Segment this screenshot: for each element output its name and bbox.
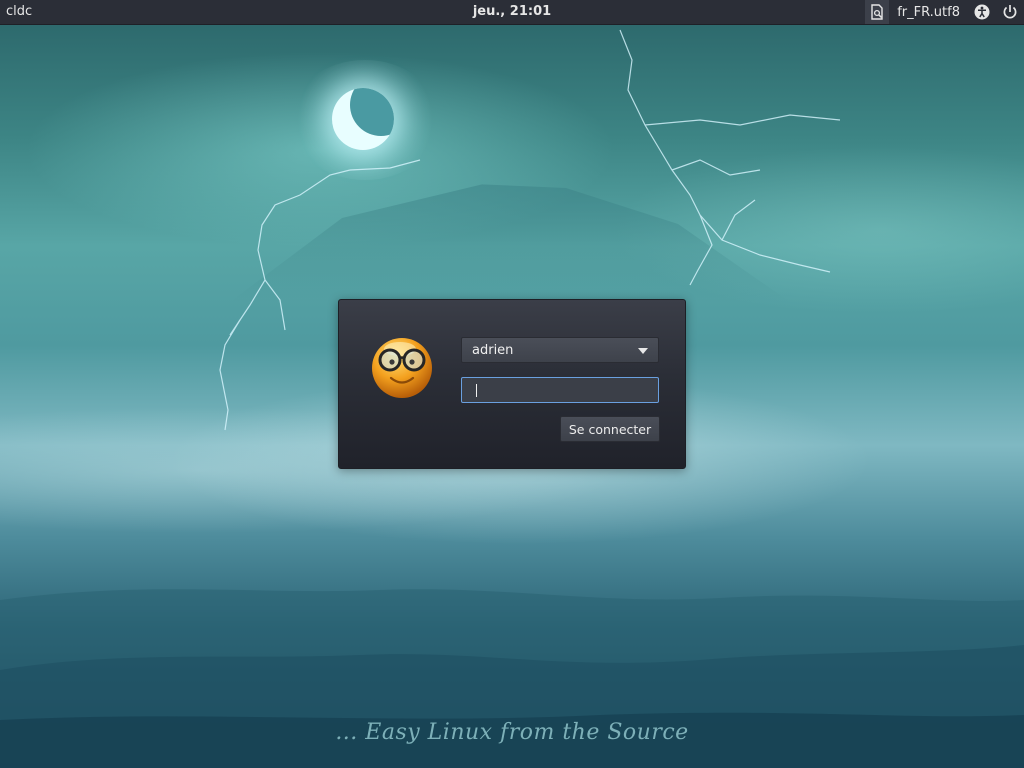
- locale-selector[interactable]: fr_FR.utf8: [889, 0, 968, 24]
- user-avatar: [372, 338, 432, 398]
- accessibility-button[interactable]: [968, 0, 996, 24]
- selected-user-label: adrien: [472, 343, 514, 358]
- locale-label: fr_FR.utf8: [897, 4, 960, 20]
- accessibility-icon: [974, 4, 990, 20]
- login-screen: cldc jeu., 21:01 fr_FR.utf8 adrien Se co…: [0, 0, 1024, 768]
- top-panel: cldc jeu., 21:01 fr_FR.utf8: [0, 0, 1024, 25]
- indicator-area: fr_FR.utf8: [865, 0, 1024, 24]
- user-selector[interactable]: adrien: [461, 337, 659, 363]
- moon: [332, 88, 394, 150]
- background-tagline: ... Easy Linux from the Source: [335, 720, 689, 745]
- distant-mountain: [230, 184, 790, 302]
- power-button[interactable]: [996, 0, 1024, 24]
- login-dialog: adrien Se connecter: [338, 299, 686, 469]
- keyboard-layout-button[interactable]: [865, 0, 890, 24]
- keyboard-layout-icon: [871, 4, 883, 20]
- login-button[interactable]: Se connecter: [560, 416, 660, 442]
- password-field[interactable]: [461, 377, 659, 403]
- power-icon: [1003, 5, 1017, 19]
- text-caret: [476, 384, 477, 397]
- chevron-down-icon: [638, 348, 648, 354]
